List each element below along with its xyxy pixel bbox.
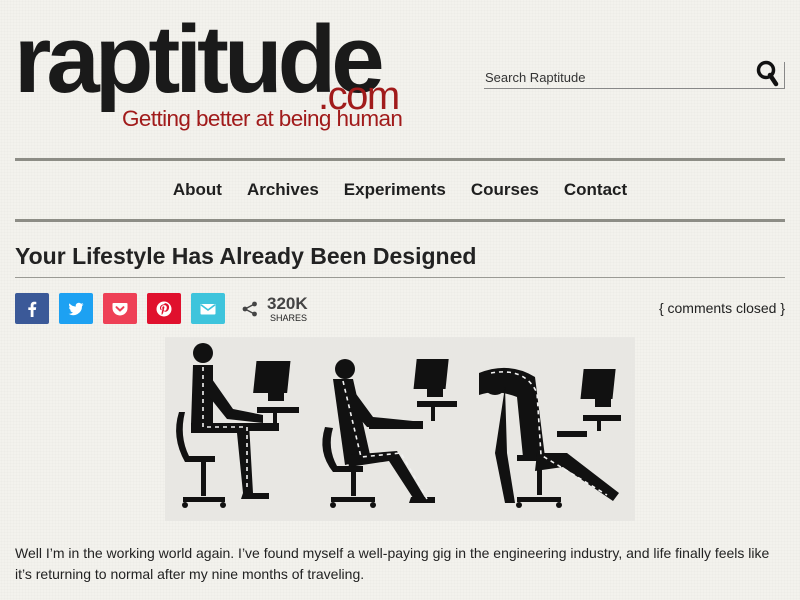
- title-divider: [15, 277, 785, 278]
- comments-status: { comments closed }: [658, 300, 785, 316]
- facebook-icon: [28, 301, 37, 317]
- logo-tagline: Getting better at being human: [122, 106, 403, 131]
- share-count-label: SHARES: [270, 313, 308, 323]
- twitter-icon: [68, 302, 84, 316]
- nav-experiments[interactable]: Experiments: [344, 180, 446, 200]
- email-share-button[interactable]: [191, 293, 225, 324]
- site-logo[interactable]: raptitude .com Getting better at being h…: [14, 12, 406, 138]
- share-total: 320K SHARES: [241, 292, 321, 326]
- nav-contact[interactable]: Contact: [564, 180, 627, 200]
- post-image: [165, 337, 635, 521]
- share-icon: [242, 301, 257, 317]
- email-icon: [200, 304, 216, 315]
- pocket-share-button[interactable]: [103, 293, 137, 324]
- search-input[interactable]: [484, 66, 744, 88]
- page: raptitude .com Getting better at being h…: [0, 0, 800, 600]
- facebook-share-button[interactable]: [15, 293, 49, 324]
- pinterest-share-button[interactable]: [147, 293, 181, 324]
- search-form: [484, 59, 785, 89]
- share-count: 320K: [267, 294, 308, 313]
- twitter-share-button[interactable]: [59, 293, 93, 324]
- nav-archives[interactable]: Archives: [247, 180, 319, 200]
- search-icon: [756, 60, 779, 87]
- nav-courses[interactable]: Courses: [471, 180, 539, 200]
- pinterest-icon: [156, 301, 172, 317]
- post-title: Your Lifestyle Has Already Been Designed: [15, 243, 477, 269]
- posture-illustration: [165, 337, 635, 521]
- nav-about[interactable]: About: [173, 180, 222, 200]
- search-button[interactable]: [755, 59, 781, 87]
- main-nav: About Archives Experiments Courses Conta…: [15, 158, 785, 222]
- post-intro-paragraph: Well I’m in the working world again. I’v…: [15, 545, 770, 582]
- pocket-icon: [112, 303, 128, 316]
